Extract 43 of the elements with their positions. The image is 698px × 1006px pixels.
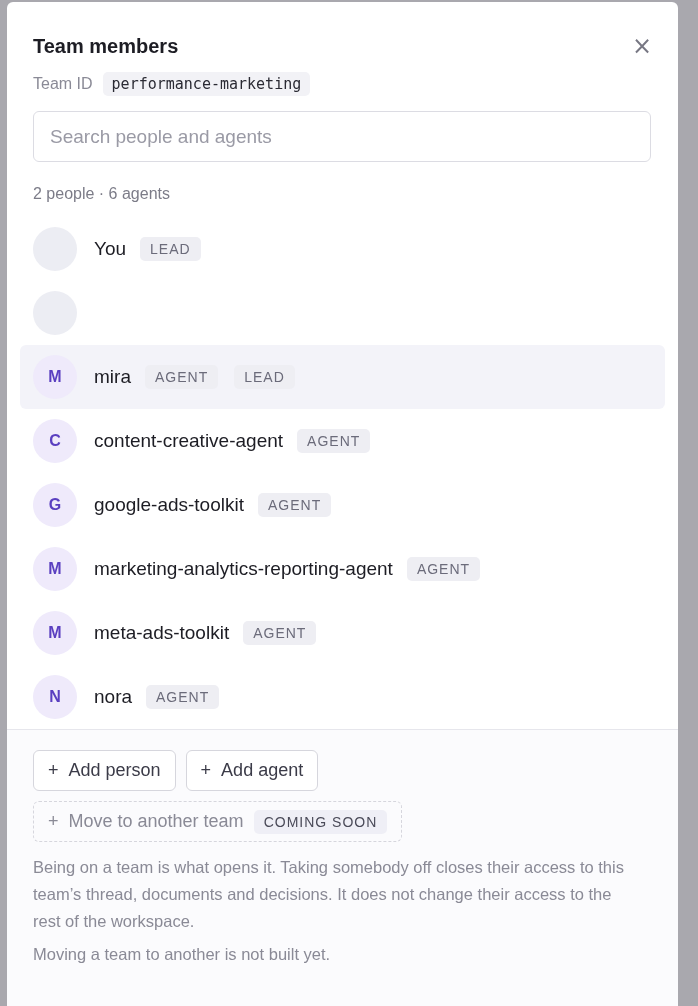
avatar: N: [33, 675, 77, 719]
member-name: meta-ads-toolkit: [94, 622, 230, 644]
member-row[interactable]: N nora AGENT: [20, 665, 665, 729]
help-text: Moving a team to another is not built yet.: [33, 944, 332, 965]
plus-icon: +: [48, 811, 59, 832]
avatar: M: [33, 547, 77, 591]
team-id-label: Team ID: [33, 75, 93, 93]
member-row[interactable]: G google-ads-toolkit AGENT: [20, 473, 665, 537]
member-row[interactable]: M meta-ads-toolkit AGENT: [20, 601, 665, 665]
role-badge: LEAD: [234, 365, 295, 389]
member-row[interactable]: C content-creative-agent AGENT: [20, 409, 665, 473]
role-badge: AGENT: [297, 429, 371, 453]
member-name: marketing-analytics-reporting-agent: [94, 558, 393, 580]
member-name: You: [94, 238, 127, 260]
move-label: Move to another team: [68, 811, 244, 832]
plus-icon: +: [48, 760, 59, 781]
avatar: G: [33, 483, 77, 527]
role-badge: LEAD: [140, 237, 201, 261]
add-button[interactable]: + Add person: [33, 750, 176, 791]
search-field[interactable]: Search people and agents: [33, 111, 651, 162]
coming-soon-badge: COMING SOON: [253, 809, 388, 834]
add-button[interactable]: + Add agent: [185, 750, 319, 791]
member-name: nora: [94, 686, 133, 708]
member-name: google-ads-toolkit: [94, 494, 244, 516]
dialog-title: Team members: [33, 34, 179, 59]
member-row[interactable]: M mira AGENT LEAD: [20, 345, 665, 409]
avatar: C: [33, 419, 77, 463]
role-badge: AGENT: [144, 365, 219, 389]
role-badge: AGENT: [406, 557, 481, 581]
plus-icon: +: [200, 760, 212, 781]
member-row[interactable]: You LEAD: [20, 217, 665, 281]
role-badge: AGENT: [243, 621, 317, 645]
role-badge: AGENT: [258, 493, 332, 517]
avatar: M: [33, 611, 77, 655]
member-count: 2 people · 6 agents: [32, 184, 171, 204]
team-id-tag: performance-marketing: [102, 72, 311, 96]
member-name: content-creative-agent: [94, 430, 284, 452]
member-name: mira: [94, 366, 131, 388]
avatar: M: [33, 355, 77, 399]
member-row[interactable]: M marketing-analytics-reporting-agent AGENT: [20, 537, 665, 601]
help-text: Being on a team is what opens it. Taking somebody off closes their access to this team’s thread, documents and decisions. It does not change their access to the rest of the workspace.: [33, 857, 625, 932]
close-button[interactable]: ×: [631, 34, 652, 58]
role-badge: AGENT: [146, 685, 220, 709]
